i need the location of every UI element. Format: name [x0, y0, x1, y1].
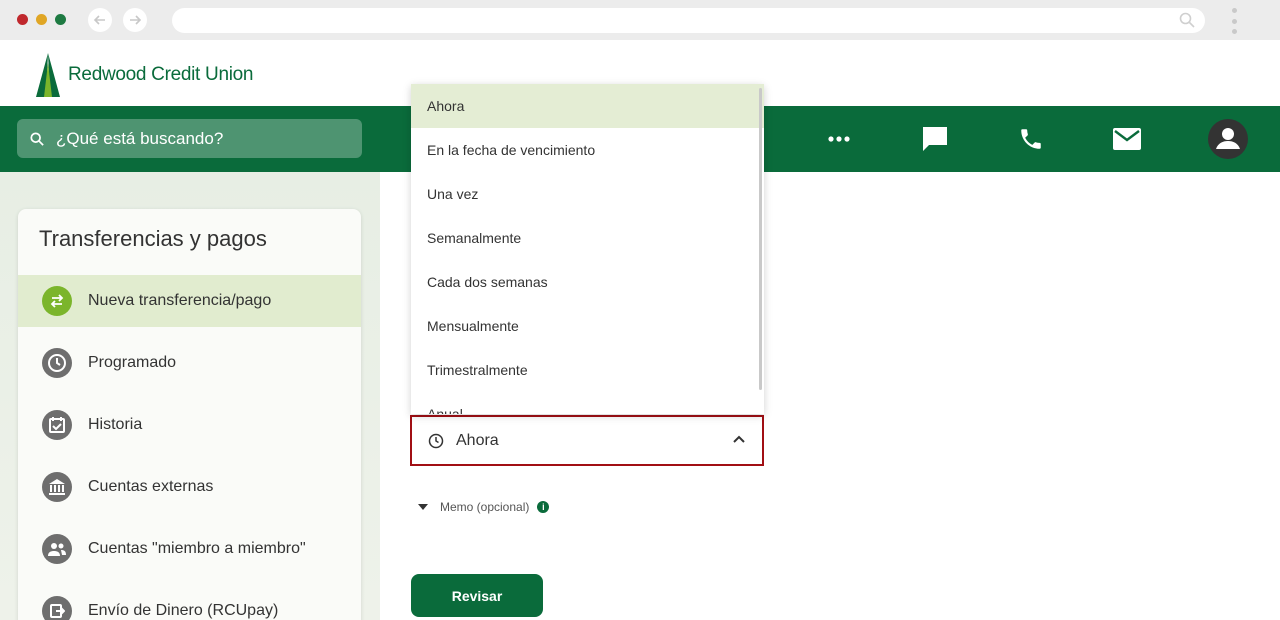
logo[interactable]: Redwood Credit Union — [34, 52, 253, 98]
sidebar-item-external-accounts[interactable]: Cuentas externas — [18, 461, 361, 513]
sidebar-item-scheduled[interactable]: Programado — [18, 337, 361, 389]
forward-button[interactable] — [123, 8, 147, 32]
profile-button[interactable] — [1207, 119, 1249, 159]
frequency-select[interactable]: Ahora — [410, 415, 764, 466]
sidebar-item-label: Envío de Dinero (RCUpay) — [88, 602, 279, 619]
clock-icon — [428, 433, 444, 448]
sidebar-title: Transferencias y pagos — [39, 226, 267, 251]
sidebar-item-history[interactable]: Historia — [18, 399, 361, 451]
calendar-check-icon — [42, 410, 72, 440]
search-icon — [30, 131, 44, 146]
frequency-option[interactable]: Trimestralmente — [411, 348, 764, 392]
more-horizontal-icon — [828, 136, 850, 142]
frequency-selected-value: Ahora — [456, 431, 499, 449]
sidebar-item-label: Programado — [88, 354, 177, 371]
address-bar[interactable] — [172, 8, 1205, 33]
mail-button[interactable] — [1113, 122, 1141, 156]
caret-down-icon — [418, 504, 428, 510]
frequency-option[interactable]: Ahora — [411, 84, 764, 128]
frequency-dropdown: Ahora En la fecha de vencimiento Una vez… — [411, 84, 764, 414]
sidebar-card: Transferencias y pagos Nueva transferenc… — [18, 209, 361, 620]
kebab-menu-icon — [1231, 8, 1237, 13]
review-button[interactable]: Revisar — [411, 574, 543, 617]
more-button[interactable] — [827, 122, 851, 156]
tree-logo-icon — [36, 53, 60, 97]
sidebar-item-label: Nueva transferencia/pago — [88, 292, 272, 309]
people-icon — [42, 534, 72, 564]
sidebar-item-label: Cuentas "miembro a miembro" — [88, 540, 306, 557]
phone-button[interactable] — [1018, 122, 1044, 156]
sidebar-item-send-money[interactable]: Envío de Dinero (RCUpay) — [18, 585, 361, 620]
browser-toolbar — [0, 0, 1280, 40]
send-money-icon — [42, 596, 72, 620]
clock-icon — [42, 348, 72, 378]
chevron-up-icon — [733, 435, 745, 443]
window-maximize-button[interactable] — [55, 14, 66, 25]
frequency-option[interactable]: Mensualmente — [411, 304, 764, 348]
search-input[interactable]: ¿Qué está buscando? — [17, 119, 362, 158]
window-close-button[interactable] — [17, 14, 28, 25]
account-icon — [1208, 119, 1248, 159]
memo-toggle[interactable]: Memo (opcional) i — [418, 500, 550, 514]
sidebar-item-new-transfer[interactable]: Nueva transferencia/pago — [18, 275, 361, 327]
logo-text: Redwood Credit Union — [68, 64, 254, 85]
frequency-option[interactable]: Anual — [411, 392, 764, 414]
dropdown-scrollbar[interactable] — [759, 88, 762, 390]
mail-icon — [1113, 128, 1141, 150]
chat-button[interactable] — [921, 122, 949, 156]
chat-bubble-icon — [923, 127, 947, 151]
frequency-option[interactable]: En la fecha de vencimiento — [411, 128, 764, 172]
browser-menu-button[interactable] — [1231, 8, 1237, 34]
sidebar-item-label: Cuentas externas — [88, 478, 214, 495]
info-icon[interactable]: i — [537, 501, 550, 513]
memo-label: Memo (opcional) — [440, 500, 530, 514]
frequency-option[interactable]: Semanalmente — [411, 216, 764, 260]
search-icon — [1179, 12, 1195, 28]
frequency-option[interactable]: Cada dos semanas — [411, 260, 764, 304]
window-minimize-button[interactable] — [36, 14, 47, 25]
frequency-option[interactable]: Una vez — [411, 172, 764, 216]
bank-icon — [42, 472, 72, 502]
phone-icon — [1021, 129, 1041, 149]
search-placeholder: ¿Qué está buscando? — [56, 128, 224, 148]
sidebar-item-label: Historia — [88, 416, 143, 433]
back-button[interactable] — [88, 8, 112, 32]
sidebar-item-member-accounts[interactable]: Cuentas "miembro a miembro" — [18, 523, 361, 575]
swap-arrows-icon — [42, 286, 72, 316]
forward-arrow-icon — [130, 15, 142, 25]
back-arrow-icon — [93, 15, 105, 25]
